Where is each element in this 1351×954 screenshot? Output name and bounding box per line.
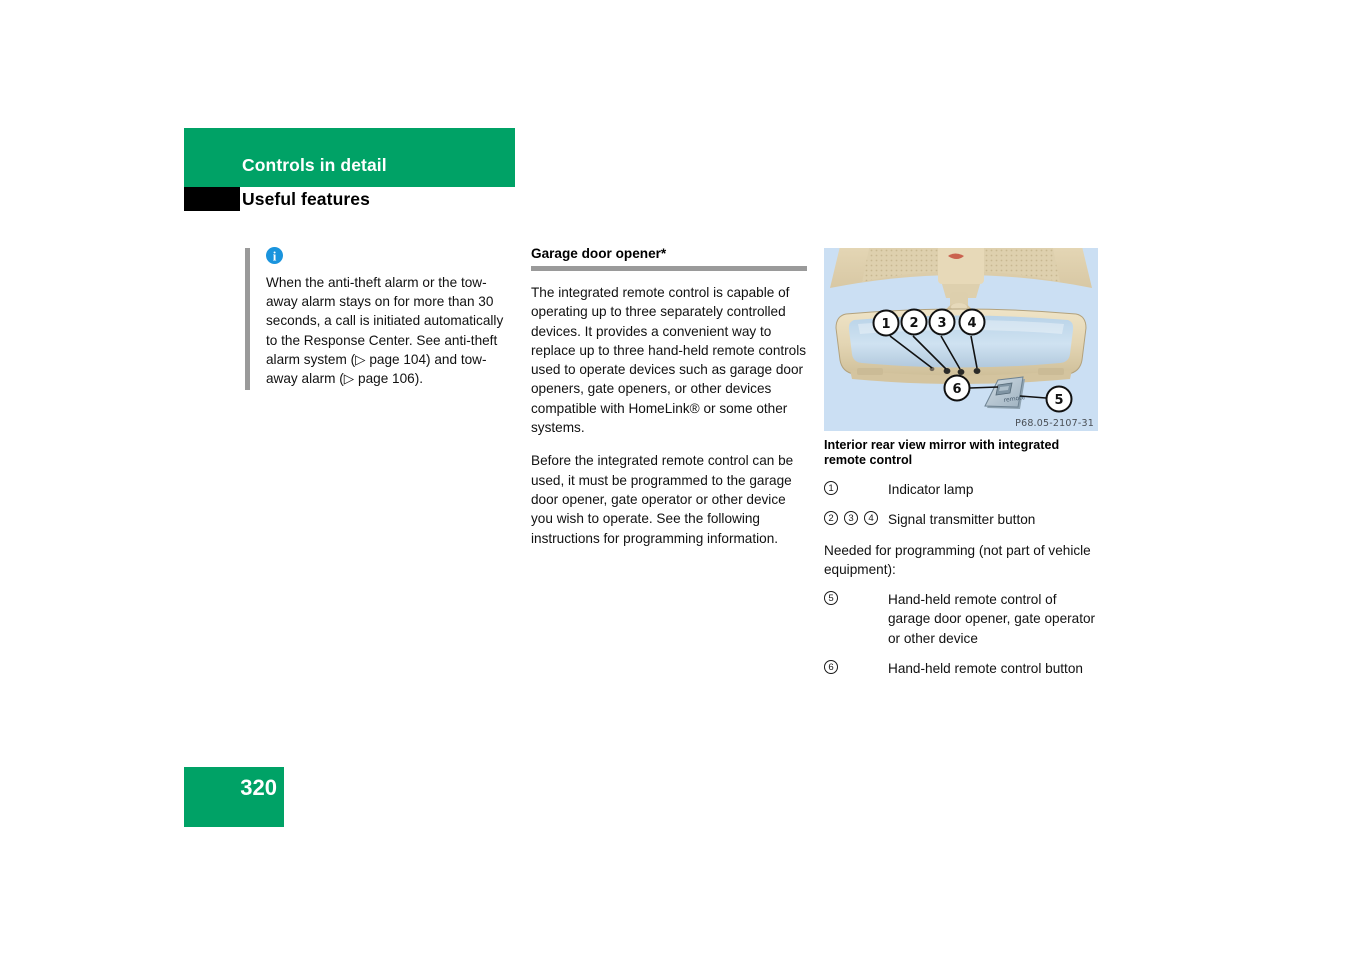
callout-marker-3: 3 [844,511,858,526]
legend-label: Signal transmitter button [888,512,1036,528]
body-paragraph-2: Before the integrated remote control can… [531,453,794,546]
legend-label: Hand-held remote control of garage door … [888,592,1096,646]
legend-keys: 2 3 4 [824,510,888,526]
svg-text:1: 1 [881,317,890,332]
body-paragraph-1: The integrated remote control is capable… [531,285,807,436]
svg-text:2: 2 [909,316,918,331]
section-tab-marker [184,187,240,211]
manual-page: Controls in detail Useful features When … [0,0,1351,954]
svg-text:4: 4 [967,316,976,331]
note-text: When the anti-theft alarm or the tow-awa… [266,275,504,387]
legend-item: 2 3 4 Signal transmitter button [824,510,1100,529]
mirror-illustration-graphic: 1 2 3 4 remote 6 5 [824,248,1098,431]
chapter-title: Controls in detail [242,155,387,175]
callout-marker-5: 5 [824,591,838,606]
page-number-block: 320 [184,767,284,827]
legend-item: 6 Hand-held remote control button [824,659,1100,678]
legend-keys: 6 [824,659,888,675]
mirror-illustration: 1 2 3 4 remote 6 5 P68.05-2107-31 [824,248,1098,431]
svg-text:5: 5 [1054,393,1063,408]
info-icon [266,247,283,264]
callout-marker-2: 2 [824,511,838,526]
svg-text:3: 3 [937,316,946,331]
figure-caption: Interior rear view mirror with integrate… [824,438,1060,467]
callout-marker-6: 6 [824,660,838,675]
legend-keys: 5 [824,590,888,606]
figure-column: 1 2 3 4 remote 6 5 P68.05-2107-31 Interi… [824,248,1100,689]
note-accent-bar [245,248,250,390]
legend-item: 1 Indicator lamp [824,480,1100,499]
main-column: Garage door opener* The integrated remot… [531,245,807,562]
page-number: 320 [240,775,277,800]
legend-label: Hand-held remote control button [888,661,1083,677]
note-body: When the anti-theft alarm or the tow-awa… [266,247,518,388]
chapter-header-bar: Controls in detail [184,128,515,187]
figure-reference-code: P68.05-2107-31 [1015,418,1094,429]
page-title: Garage door opener* [531,246,667,261]
legend-note: Needed for programming (not part of vehi… [824,542,1091,577]
figure-legend: 1 Indicator lamp 2 3 4 Signal transmitte… [824,480,1100,678]
callout-marker-1: 1 [824,481,838,495]
section-title: Useful features [242,189,370,209]
callout-marker-4: 4 [864,511,878,526]
legend-item: 5 Hand-held remote control of garage doo… [824,590,1100,648]
legend-keys: 1 [824,480,888,495]
legend-label: Indicator lamp [888,482,974,497]
svg-text:6: 6 [952,382,961,397]
heading-rule [531,266,807,271]
